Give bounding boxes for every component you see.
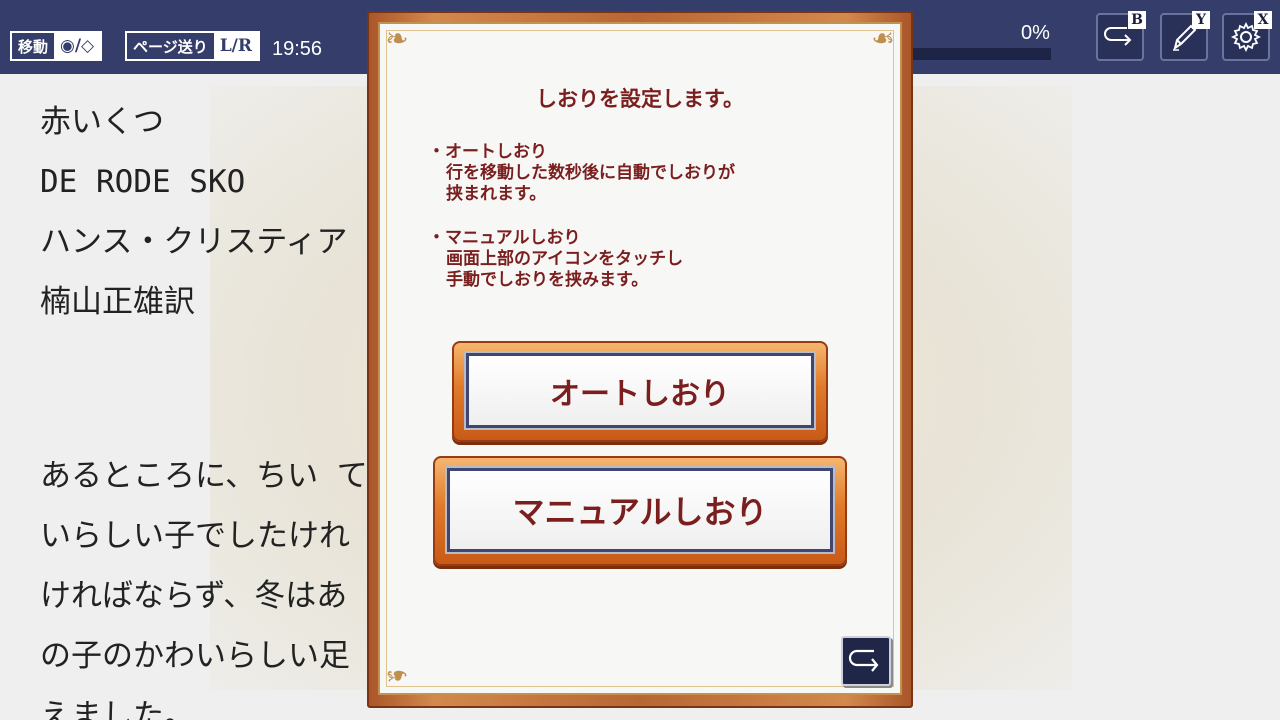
back-button[interactable]: B: [1096, 11, 1146, 61]
corner-ornament-icon: ❧: [871, 22, 895, 55]
dialog-close-button[interactable]: [841, 636, 891, 686]
auto-bookmark-button[interactable]: オートしおり: [452, 341, 828, 442]
move-hint-label: 移動: [12, 33, 55, 59]
manual-bookmark-heading: ・マニュアルしおり: [428, 228, 581, 248]
key-b-badge: B: [1128, 11, 1146, 29]
return-arrow-icon: [848, 649, 879, 672]
settings-button[interactable]: X: [1222, 11, 1272, 61]
progress-percent: 0%: [1021, 22, 1050, 44]
manual-bookmark-explanation: ・マニュアルしおり 画面上部のアイコンをタッチし 手動でしおりを挟みます。: [428, 228, 868, 291]
auto-bookmark-button-label: オートしおり: [464, 351, 816, 430]
move-hint-badge: 移動 ◉/◇: [10, 31, 103, 61]
progress-bar: [905, 48, 1051, 60]
auto-bookmark-desc: 行を移動した数秒後に自動でしおりが: [446, 163, 735, 183]
page-turn-hint-value: L/R: [213, 33, 258, 59]
manual-bookmark-desc: 画面上部のアイコンをタッチし: [446, 249, 684, 269]
key-y-badge: Y: [1192, 11, 1210, 29]
auto-bookmark-explanation: ・オートしおり 行を移動した数秒後に自動でしおりが 挟まれます。: [428, 142, 868, 205]
auto-bookmark-desc: 挟まれます。: [446, 184, 547, 204]
page-turn-hint-badge: ページ送り L/R: [125, 31, 260, 61]
key-x-badge: X: [1254, 11, 1272, 29]
move-hint-value: ◉/◇: [54, 33, 101, 59]
manual-bookmark-desc: 手動でしおりを挟みます。: [446, 270, 649, 290]
manual-bookmark-button[interactable]: マニュアルしおり: [433, 456, 847, 566]
auto-bookmark-heading: ・オートしおり: [428, 142, 547, 162]
corner-ornament-icon: ❧: [385, 659, 409, 692]
page-turn-hint-label: ページ送り: [127, 33, 214, 59]
corner-ornament-icon: ❧: [385, 22, 409, 55]
dialog-title: しおりを設定します。: [536, 86, 744, 111]
bookmark-pen-button[interactable]: Y: [1160, 11, 1210, 61]
manual-bookmark-button-label: マニュアルしおり: [445, 466, 835, 554]
clock: 19:56: [272, 38, 323, 60]
